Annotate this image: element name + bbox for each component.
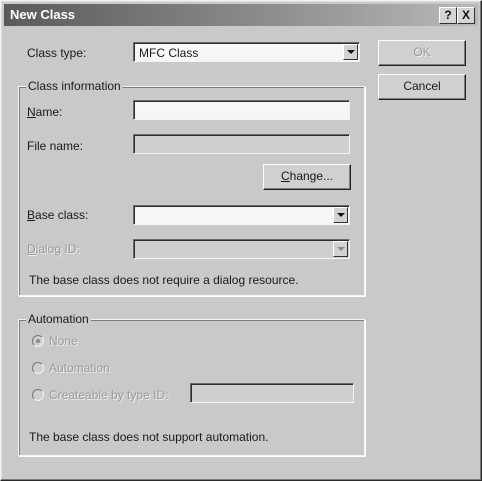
class-type-label: Class type: bbox=[27, 46, 87, 60]
type-id-input bbox=[190, 383, 354, 403]
ok-button[interactable]: OK bbox=[378, 40, 466, 66]
base-class-label: Base class: bbox=[27, 208, 89, 222]
class-information-note: The base class does not require a dialog… bbox=[29, 273, 299, 287]
none-radio[interactable] bbox=[32, 335, 44, 347]
name-input[interactable] bbox=[133, 100, 350, 120]
file-name-field bbox=[133, 134, 350, 154]
automation-legend: Automation bbox=[26, 312, 91, 326]
cancel-button[interactable]: Cancel bbox=[378, 74, 466, 100]
help-button[interactable]: ? bbox=[439, 7, 457, 24]
help-icon: ? bbox=[444, 8, 452, 22]
class-type-select[interactable]: MFC Class bbox=[133, 42, 360, 62]
change-button[interactable]: Change... bbox=[263, 164, 351, 190]
class-information-legend: Class information bbox=[26, 79, 123, 93]
chevron-down-icon bbox=[333, 241, 348, 257]
window-title: New Class bbox=[10, 7, 76, 22]
file-name-label: File name: bbox=[27, 139, 84, 153]
automation-note: The base class does not support automati… bbox=[29, 430, 269, 444]
dialog-id-select bbox=[133, 239, 350, 259]
chevron-down-icon[interactable] bbox=[333, 207, 348, 223]
close-icon: X bbox=[461, 8, 470, 22]
dialog-id-label: Dialog ID: bbox=[27, 242, 80, 256]
automation-radio-label: Automation bbox=[49, 361, 110, 375]
createable-radio[interactable] bbox=[32, 389, 44, 401]
none-radio-label: None bbox=[49, 334, 78, 348]
close-button[interactable]: X bbox=[457, 7, 475, 24]
title-bar[interactable]: New Class ? X bbox=[4, 4, 478, 26]
automation-radio[interactable] bbox=[32, 362, 44, 374]
chevron-down-icon[interactable] bbox=[343, 44, 358, 60]
new-class-dialog: New Class ? X Class type: MFC Class OK C… bbox=[0, 0, 482, 481]
class-type-value: MFC Class bbox=[139, 46, 199, 60]
createable-radio-label: Createable by type ID: bbox=[49, 388, 169, 402]
name-label: Name: bbox=[27, 105, 63, 119]
base-class-select[interactable] bbox=[133, 205, 350, 225]
